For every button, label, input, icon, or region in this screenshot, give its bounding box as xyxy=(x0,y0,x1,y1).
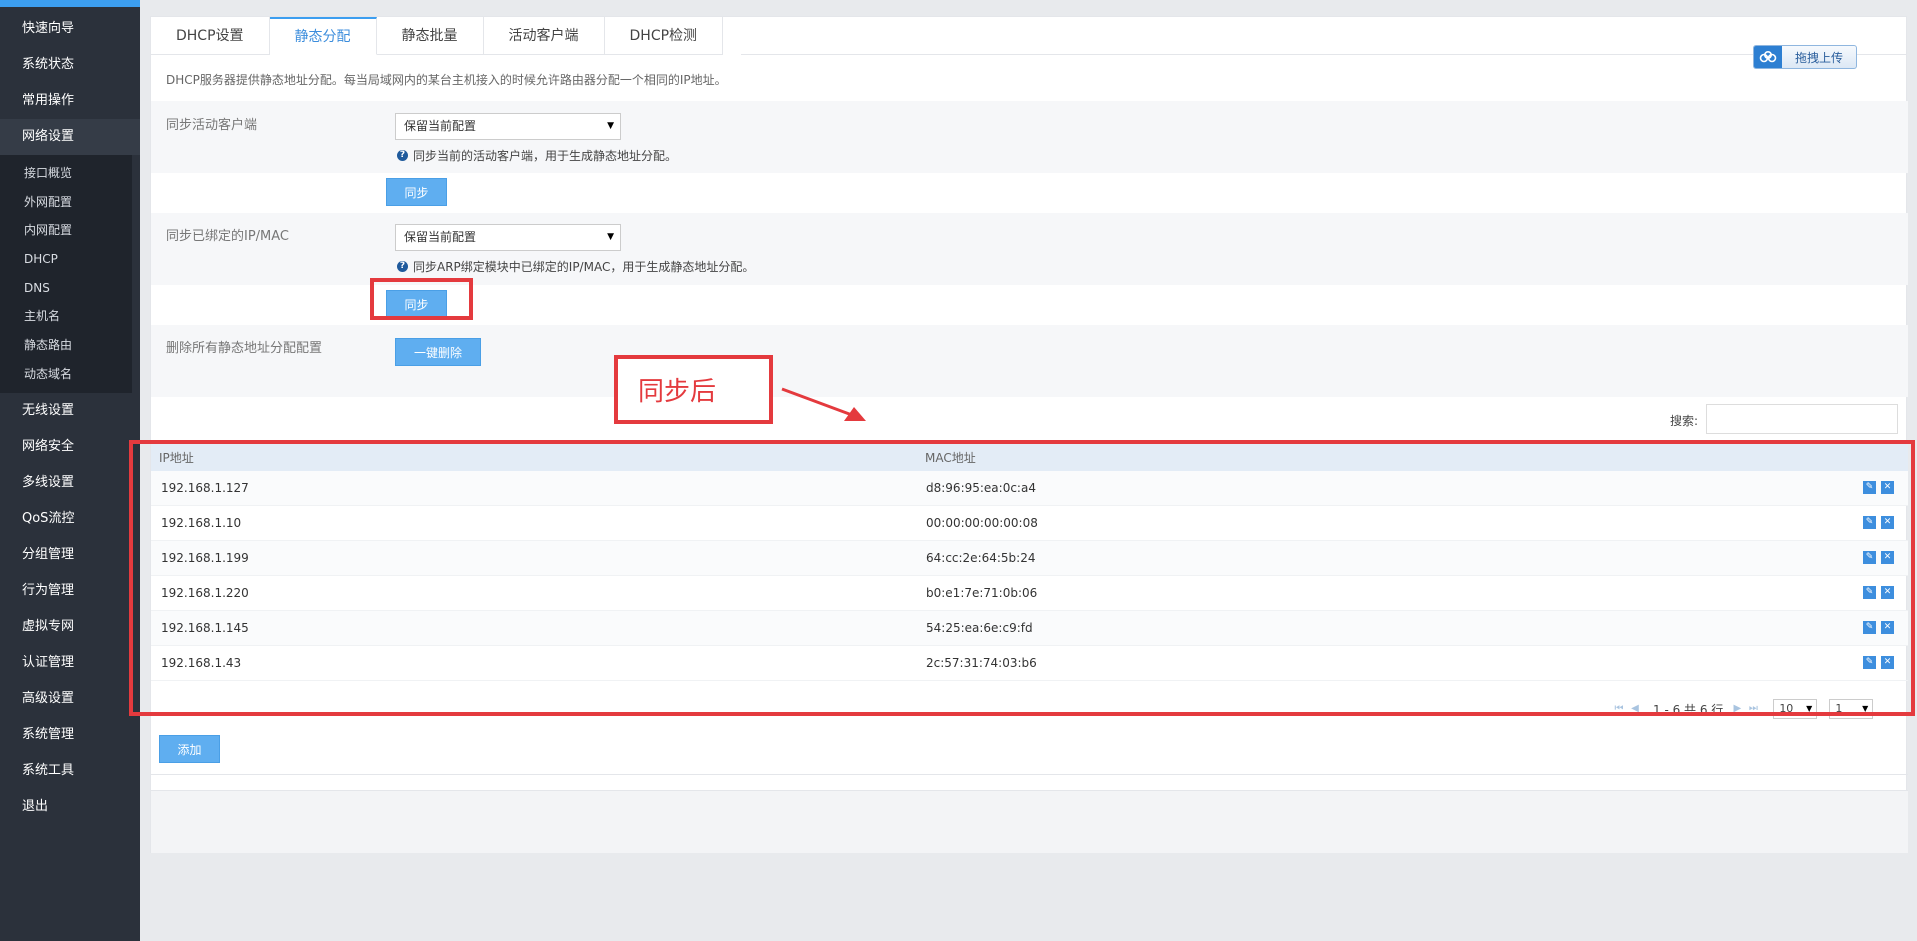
drag-upload-button[interactable]: 拖拽上传 xyxy=(1753,45,1857,69)
sidebar-item-behavior-mgmt[interactable]: 行为管理 xyxy=(0,573,140,609)
question-icon: ? xyxy=(397,150,408,161)
sidebar-submenu: 接口概览 外网配置 内网配置 DHCP DNS 主机名 静态路由 动态域名 xyxy=(0,155,132,393)
sync-ipmac-hint: ? 同步ARP绑定模块中已绑定的IP/MAC，用于生成静态地址分配。 xyxy=(397,258,754,275)
sidebar-subitem-wan-config[interactable]: 外网配置 xyxy=(0,188,132,217)
drag-upload-label: 拖拽上传 xyxy=(1794,50,1843,65)
sidebar-subitem-dhcp[interactable]: DHCP xyxy=(0,245,132,274)
sidebar-top-accent xyxy=(0,0,140,7)
sync-clients-select[interactable]: 保留当前配置 ▼ xyxy=(395,113,621,140)
sync-clients-hint-text: 同步当前的活动客户端，用于生成静态地址分配。 xyxy=(413,149,678,163)
annotation-arrow-icon xyxy=(781,387,866,421)
sidebar-subitem-lan-config[interactable]: 内网配置 xyxy=(0,216,132,245)
cloud-icon xyxy=(1754,46,1782,68)
dropdown-arrow-icon: ▼ xyxy=(607,232,614,242)
annotation-label-text: 同步后 xyxy=(638,377,717,407)
sync-ipmac-label: 同步已绑定的IP/MAC xyxy=(166,229,290,244)
sidebar-item-system-status[interactable]: 系统状态 xyxy=(0,47,140,83)
sidebar-subitem-dns[interactable]: DNS xyxy=(0,274,132,303)
sidebar-item-multi-wan[interactable]: 多线设置 xyxy=(0,465,140,501)
sidebar-item-common-ops[interactable]: 常用操作 xyxy=(0,83,140,119)
dropdown-arrow-icon: ▼ xyxy=(607,121,614,131)
sidebar: 快速向导 系统状态 常用操作 网络设置 接口概览 外网配置 内网配置 DHCP … xyxy=(0,0,140,941)
sync-clients-hint: ? 同步当前的活动客户端，用于生成静态地址分配。 xyxy=(397,147,677,164)
sidebar-subitem-hostname[interactable]: 主机名 xyxy=(0,302,132,331)
intro-text: DHCP服务器提供静态地址分配。每当局域网内的某台主机接入的时候允许路由器分配一… xyxy=(166,73,727,87)
sidebar-subitem-static-route[interactable]: 静态路由 xyxy=(0,331,132,360)
tab-static-allocation[interactable]: 静态分配 xyxy=(269,17,377,55)
sidebar-item-qos[interactable]: QoS流控 xyxy=(0,501,140,537)
tab-active-clients[interactable]: 活动客户端 xyxy=(483,17,605,55)
sidebar-item-system-mgmt[interactable]: 系统管理 xyxy=(0,717,140,753)
sidebar-item-network-security[interactable]: 网络安全 xyxy=(0,429,140,465)
sidebar-item-group-mgmt[interactable]: 分组管理 xyxy=(0,537,140,573)
sidebar-subitem-ddns[interactable]: 动态域名 xyxy=(0,360,132,389)
sync-clients-button[interactable]: 同步 xyxy=(386,178,447,206)
sync-ipmac-select-value: 保留当前配置 xyxy=(404,230,477,244)
search-input[interactable] xyxy=(1706,404,1898,434)
sync-ipmac-select[interactable]: 保留当前配置 ▼ xyxy=(395,224,621,251)
tab-static-batch[interactable]: 静态批量 xyxy=(376,17,484,55)
sync-clients-label: 同步活动客户端 xyxy=(166,118,258,133)
sidebar-item-vpn[interactable]: 虚拟专网 xyxy=(0,609,140,645)
sidebar-subitem-interface-overview[interactable]: 接口概览 xyxy=(0,159,132,188)
footer-band xyxy=(151,790,1908,853)
delete-all-label: 删除所有静态地址分配配置 xyxy=(166,341,323,356)
sidebar-item-wireless[interactable]: 无线设置 xyxy=(0,393,140,429)
annotation-label: 同步后 xyxy=(614,355,773,424)
annotation-highlight-table xyxy=(129,440,1915,716)
sidebar-item-logout[interactable]: 退出 xyxy=(0,789,140,825)
sidebar-item-system-tools[interactable]: 系统工具 xyxy=(0,753,140,789)
annotation-highlight-sync-button xyxy=(370,278,473,320)
sidebar-item-network-settings[interactable]: 网络设置 xyxy=(0,119,140,155)
sidebar-item-quick-wizard[interactable]: 快速向导 xyxy=(0,11,140,47)
delete-all-button[interactable]: 一键删除 xyxy=(395,338,481,366)
add-button[interactable]: 添加 xyxy=(159,735,220,763)
main-panel: DHCP设置 静态分配 静态批量 活动客户端 DHCP检测 拖拽上传 DHCP服… xyxy=(150,16,1908,853)
sidebar-item-auth-mgmt[interactable]: 认证管理 xyxy=(0,645,140,681)
question-icon: ? xyxy=(397,261,408,272)
sync-clients-select-value: 保留当前配置 xyxy=(404,119,477,133)
tab-divider xyxy=(741,54,1906,55)
sync-ipmac-hint-text: 同步ARP绑定模块中已绑定的IP/MAC，用于生成静态地址分配。 xyxy=(413,260,755,274)
tab-dhcp-settings[interactable]: DHCP设置 xyxy=(151,17,270,55)
sidebar-item-advanced[interactable]: 高级设置 xyxy=(0,681,140,717)
tab-dhcp-detect[interactable]: DHCP检测 xyxy=(604,17,724,55)
tab-bar: DHCP设置 静态分配 静态批量 活动客户端 DHCP检测 xyxy=(151,17,724,55)
search-label: 搜索: xyxy=(1670,414,1699,428)
footer-divider xyxy=(151,774,1908,775)
